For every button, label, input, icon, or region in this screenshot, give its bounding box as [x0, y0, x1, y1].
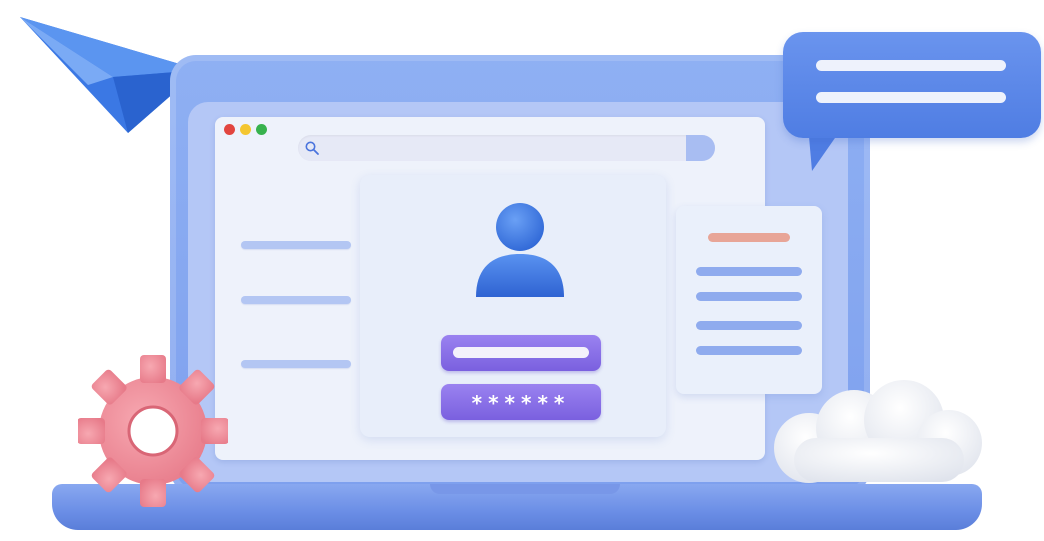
document-line	[696, 292, 802, 301]
cloud-icon	[774, 380, 982, 483]
chat-bubble-icon	[783, 32, 1041, 138]
document-line	[696, 267, 802, 276]
sidebar-item[interactable]	[241, 360, 351, 368]
chat-line	[816, 60, 1006, 71]
username-value-placeholder	[453, 347, 589, 358]
username-field[interactable]	[441, 335, 601, 371]
window-close-dot[interactable]	[224, 124, 235, 135]
document-line	[696, 321, 802, 330]
search-input[interactable]	[298, 135, 715, 161]
window-maximize-dot[interactable]	[256, 124, 267, 135]
password-field[interactable]: ******	[441, 384, 601, 420]
search-icon	[305, 141, 319, 155]
sidebar-item[interactable]	[241, 241, 351, 249]
sidebar-item[interactable]	[241, 296, 351, 304]
document-heading	[708, 233, 790, 242]
laptop-notch	[430, 484, 620, 494]
document-line	[696, 346, 802, 355]
user-avatar-icon	[476, 203, 564, 297]
gear-icon	[78, 355, 228, 507]
search-button[interactable]	[686, 135, 715, 161]
chat-line	[816, 92, 1006, 103]
window-minimize-dot[interactable]	[240, 124, 251, 135]
